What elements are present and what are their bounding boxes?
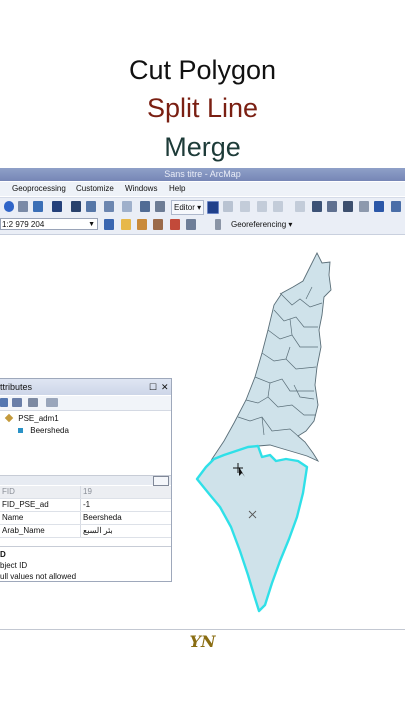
attribute-value[interactable]: بئر السبع (83, 525, 113, 537)
attribute-row-fid-pse[interactable]: FID_PSE_ad -1 (0, 499, 171, 512)
binoculars-icon[interactable] (71, 201, 81, 212)
menu-windows[interactable]: Windows (125, 182, 157, 196)
sort-icon[interactable] (12, 398, 22, 407)
vertices-icon[interactable] (295, 201, 305, 212)
edit-tool-icon[interactable] (207, 201, 219, 214)
menu-geoprocessing[interactable]: Geoprocessing (12, 182, 66, 196)
georeferencing-dropdown[interactable]: Georeferencing ▾ (231, 219, 292, 231)
headline-split-line: Split Line (146, 93, 259, 123)
column-divider (80, 512, 81, 524)
window-title-bar: Sans titre - ArcMap (0, 168, 405, 181)
editor-toolbar-icon[interactable] (104, 219, 114, 230)
attribute-row-arab-name[interactable]: Arab_Name بئر السبع (0, 525, 171, 538)
toolbar-grip-icon[interactable] (215, 219, 221, 230)
field-description-text: bject ID (0, 561, 28, 570)
straight-segment-icon[interactable] (240, 201, 250, 212)
editor-dropdown[interactable]: Editor ▾ (171, 200, 205, 215)
layout-options-icon[interactable] (46, 398, 58, 407)
feature-tree: PSE_adm1 Beersheda (0, 411, 171, 467)
column-divider (80, 486, 81, 498)
column-divider (80, 499, 81, 511)
sort-az-icon[interactable] (153, 476, 169, 486)
attribute-grid-header (0, 475, 171, 486)
trace-icon[interactable] (257, 201, 267, 212)
field-description-note: ull values not allowed (0, 572, 77, 581)
attributes-window: ttributes ☐ ✕ PSE_adm1 Beersheda FID 19 … (0, 378, 172, 582)
headline-merge: Merge (164, 132, 241, 162)
arcmap-window: Sans titre - ArcMap Geoprocessing Custom… (0, 168, 405, 630)
signature-logo: YN (189, 632, 216, 651)
chevron-down-icon: ▼ (88, 221, 95, 228)
split-tool-icon[interactable] (343, 201, 353, 212)
toolbox-icon[interactable] (170, 219, 180, 230)
rotate-icon[interactable] (359, 201, 369, 212)
layer-diamond-icon (4, 413, 14, 423)
filter-icon[interactable] (28, 398, 38, 407)
tree-layer-label: PSE_adm1 (18, 414, 59, 423)
attribute-key: FID (2, 487, 15, 496)
attributes-title: ttributes (0, 382, 33, 392)
pin-icon[interactable]: ☐ (149, 379, 157, 395)
attributes-title-bar: ttributes ☐ ✕ (0, 379, 171, 395)
map-toolbar: 1:2 979 204 ▼ Georeferencing ▾ (0, 216, 405, 235)
field-description-title: D (0, 550, 6, 559)
column-divider (80, 525, 81, 537)
attribute-key: FID_PSE_ad (2, 500, 49, 509)
pencil-icon[interactable] (18, 201, 28, 212)
add-data-icon[interactable] (121, 219, 131, 230)
map-display[interactable]: ttributes ☐ ✕ PSE_adm1 Beersheda FID 19 … (0, 235, 405, 630)
measure-icon[interactable] (104, 201, 114, 212)
attribute-row-name[interactable]: Name Beersheda (0, 512, 171, 525)
attribute-value: 19 (83, 487, 92, 496)
identify-results-icon[interactable] (122, 201, 132, 212)
point-icon[interactable] (273, 201, 283, 212)
menu-customize[interactable]: Customize (76, 182, 114, 196)
map-polygon-north[interactable] (203, 251, 332, 476)
feature-square-icon (18, 428, 23, 433)
tree-feature-row[interactable]: Beersheda (18, 426, 69, 436)
window-icon[interactable] (33, 201, 43, 212)
menu-help[interactable]: Help (169, 182, 185, 196)
reshape-icon[interactable] (312, 201, 322, 212)
attribute-value[interactable]: -1 (83, 499, 90, 511)
goto-xy-icon[interactable] (86, 201, 96, 212)
globe-icon[interactable] (4, 201, 14, 212)
close-icon[interactable]: ✕ (161, 379, 169, 395)
headline-cut-polygon: Cut Polygon (128, 55, 277, 85)
tree-layer-row[interactable]: PSE_adm1 (4, 413, 59, 424)
table-icon[interactable] (137, 219, 147, 230)
menu-bar: Geoprocessing Customize Windows Help (0, 182, 405, 196)
layout-icon[interactable] (52, 201, 62, 212)
map-scale-value: 1:2 979 204 (2, 220, 45, 229)
show-selected-icon[interactable] (0, 398, 8, 407)
attributes-toolbar (0, 396, 171, 411)
toc-icon[interactable] (153, 219, 163, 230)
tree-feature-label: Beersheda (30, 426, 69, 435)
map-scale-select[interactable]: 1:2 979 204 ▼ (0, 218, 98, 230)
catalog-icon[interactable] (140, 201, 150, 212)
arctoolbox-icon[interactable] (155, 201, 165, 212)
cut-polygon-icon[interactable] (327, 201, 337, 212)
attribute-key: Arab_Name (2, 526, 45, 535)
attribute-value[interactable]: Beersheda (83, 512, 122, 524)
attribute-row-fid[interactable]: FID 19 (0, 486, 171, 499)
field-description: D bject ID ull values not allowed (0, 546, 171, 581)
python-icon[interactable] (186, 219, 196, 230)
beersheda-polygon[interactable] (195, 444, 309, 613)
edit-annotation-icon[interactable] (223, 201, 233, 212)
attributes-icon[interactable] (374, 201, 384, 212)
attribute-key: Name (2, 513, 24, 522)
standard-toolbar: Editor ▾ (0, 197, 405, 216)
sketch-properties-icon[interactable] (391, 201, 401, 212)
window-title: Sans titre - ArcMap (164, 169, 241, 179)
